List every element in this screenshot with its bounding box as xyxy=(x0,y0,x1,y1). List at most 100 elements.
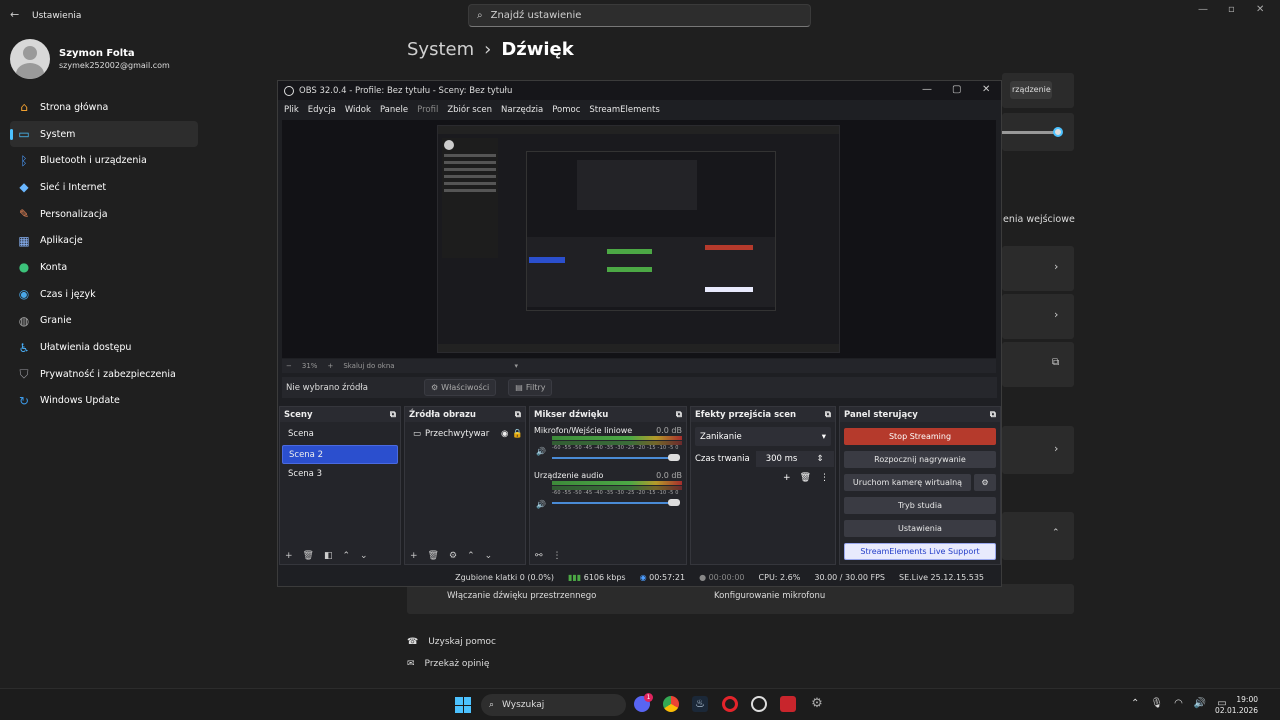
chrome-icon[interactable] xyxy=(663,696,679,712)
arrow-down-icon[interactable]: ⌄ xyxy=(485,551,493,561)
preview-area[interactable] xyxy=(282,120,996,358)
mic-icon[interactable]: 🎙 xyxy=(1150,698,1163,709)
undock-icon[interactable]: ⧉ xyxy=(825,410,831,420)
filters-button[interactable]: ▤ Filtry xyxy=(508,379,553,396)
streamelements-support-button[interactable]: StreamElements Live Support xyxy=(844,543,996,560)
add-icon[interactable]: + xyxy=(410,551,418,561)
sidebar-item-apps[interactable]: ▦ Aplikacje xyxy=(10,227,198,254)
streamelements-icon[interactable] xyxy=(780,696,796,712)
undock-icon[interactable]: ⧉ xyxy=(990,410,996,420)
zoom-in-button[interactable]: + xyxy=(327,362,333,370)
sidebar-item-time-language[interactable]: ◉ Czas i język xyxy=(10,281,198,308)
back-arrow-icon[interactable]: ← xyxy=(10,8,19,21)
trash-icon[interactable]: 🗑 xyxy=(303,551,314,561)
opera-icon[interactable] xyxy=(722,696,738,712)
fit-to-window[interactable]: Skaluj do okna xyxy=(343,362,394,370)
virtual-camera-settings-icon[interactable]: ⚙ xyxy=(974,474,996,491)
more-icon[interactable]: ⋮ xyxy=(820,473,829,483)
stop-streaming-button[interactable]: Stop Streaming xyxy=(844,428,996,445)
device-select[interactable]: rządzenie xyxy=(1010,81,1052,99)
scene-item[interactable]: Scena 3 xyxy=(282,465,398,484)
sidebar-item-bluetooth[interactable]: ᛒ Bluetooth i urządzenia xyxy=(10,147,198,174)
input-device-card-2[interactable]: › xyxy=(1002,294,1074,339)
eye-icon[interactable]: ◉ xyxy=(501,425,508,444)
sidebar-item-home[interactable]: ⌂ Strona główna xyxy=(10,94,198,121)
source-item[interactable]: ▭ Przechwytywar ◉ 🔒 xyxy=(407,425,523,444)
studio-mode-button[interactable]: Tryb studia xyxy=(844,497,996,514)
volume-slider-track[interactable] xyxy=(1002,131,1058,134)
feedback-link[interactable]: ✉ Przekaż opinię xyxy=(407,659,489,669)
undock-icon[interactable]: ⧉ xyxy=(390,410,396,420)
sidebar-item-gaming[interactable]: ◍ Granie xyxy=(10,308,198,335)
volume-slider-thumb[interactable] xyxy=(1053,127,1063,137)
taskbar-search[interactable]: ⌕ Wyszukaj xyxy=(481,694,626,716)
menu-help[interactable]: Pomoc xyxy=(552,101,580,119)
lock-icon[interactable]: 🔒 xyxy=(512,425,523,444)
undock-icon[interactable]: ⧉ xyxy=(515,410,521,420)
sidebar-item-personalization[interactable]: ✎ Personalizacja xyxy=(10,201,198,228)
speaker-icon[interactable]: 🔊 xyxy=(536,500,546,509)
sidebar-item-accounts[interactable]: ● Konta xyxy=(10,254,198,281)
more-icon[interactable]: ⋮ xyxy=(553,551,562,561)
obs-taskbar-icon[interactable] xyxy=(751,696,767,712)
maximize-icon[interactable]: ▫ xyxy=(1228,4,1235,15)
zoom-dropdown-icon[interactable]: ▾ xyxy=(515,362,519,370)
volume-slider[interactable] xyxy=(552,498,682,508)
output-device-card[interactable]: rządzenie xyxy=(1002,73,1074,108)
duration-input[interactable]: 300 ms ⇕ xyxy=(755,451,834,467)
trash-icon[interactable]: 🗑 xyxy=(428,551,439,561)
menu-edit[interactable]: Edycja xyxy=(308,101,336,119)
external-link-card[interactable]: ⧉ xyxy=(1002,342,1074,387)
sidebar-item-network[interactable]: ◆ Sieć i Internet xyxy=(10,174,198,201)
settings-gear-icon[interactable]: ⚙ xyxy=(809,696,825,712)
sidebar-item-privacy[interactable]: ⛉ Prywatność i zabezpieczenia xyxy=(10,361,198,388)
breadcrumb-parent[interactable]: System xyxy=(407,39,474,60)
stepper-icon[interactable]: ⇕ xyxy=(817,454,824,464)
menu-file[interactable]: Plik xyxy=(284,101,299,119)
properties-button[interactable]: ⚙ Właściwości xyxy=(424,379,497,396)
sidebar-item-accessibility[interactable]: ♿ Ułatwienia dostępu xyxy=(10,334,198,361)
start-recording-button[interactable]: Rozpocznij nagrywanie xyxy=(844,451,996,468)
transition-select[interactable]: Zanikanie ▾ xyxy=(695,427,831,446)
wifi-icon[interactable]: ◠ xyxy=(1174,698,1183,709)
menu-tools[interactable]: Narzędzia xyxy=(501,101,543,119)
obs-minimize-icon[interactable]: — xyxy=(922,84,932,95)
sidebar-item-windows-update[interactable]: ↻ Windows Update xyxy=(10,388,198,415)
gear-icon[interactable]: ⚙ xyxy=(449,551,457,561)
help-link[interactable]: ☎ Uzyskaj pomoc xyxy=(407,637,496,647)
settings-button[interactable]: Ustawienia xyxy=(844,520,996,537)
input-device-card[interactable]: › xyxy=(1002,246,1074,291)
menu-docks[interactable]: Panele xyxy=(380,101,408,119)
menu-streamelements[interactable]: StreamElements xyxy=(589,101,659,119)
add-icon[interactable]: + xyxy=(285,551,293,561)
avatar[interactable] xyxy=(10,39,50,79)
scene-item-selected[interactable]: Scena 2 xyxy=(282,445,398,464)
undock-icon[interactable]: ⧉ xyxy=(676,410,682,420)
mic-setup-link[interactable]: Konfigurowanie mikrofonu xyxy=(714,591,825,601)
sidebar-item-system[interactable]: ▭ System xyxy=(10,120,198,148)
spatial-sound-link[interactable]: Włączanie dźwięku przestrzennego xyxy=(447,591,596,601)
system-tray[interactable]: ⌃ 🎙 ◠ 🔊 ▭ xyxy=(1131,698,1227,709)
trash-icon[interactable]: 🗑 xyxy=(800,473,811,483)
start-virtual-camera-button[interactable]: Uruchom kamerę wirtualną xyxy=(844,474,971,491)
steam-icon[interactable]: ♨ xyxy=(692,696,708,712)
obs-maximize-icon[interactable]: ▢ xyxy=(952,84,961,95)
settings-search-input[interactable]: ⌕ Znajdź ustawienie xyxy=(468,4,811,27)
scene-item[interactable]: Scena xyxy=(282,425,398,444)
speaker-icon[interactable]: 🔊 xyxy=(536,447,546,456)
arrow-up-icon[interactable]: ⌃ xyxy=(343,551,351,561)
zoom-out-button[interactable]: − xyxy=(286,362,292,370)
arrow-up-icon[interactable]: ⌃ xyxy=(467,551,475,561)
add-icon[interactable]: + xyxy=(783,473,791,483)
volume-slider[interactable] xyxy=(552,453,682,463)
menu-view[interactable]: Widok xyxy=(345,101,371,119)
filter-icon[interactable]: ◧ xyxy=(324,551,333,561)
chevron-up-icon[interactable]: ⌃ xyxy=(1131,698,1139,709)
minimize-icon[interactable]: — xyxy=(1198,4,1208,15)
obs-close-icon[interactable]: ✕ xyxy=(982,84,990,95)
arrow-down-icon[interactable]: ⌄ xyxy=(360,551,368,561)
preview-canvas[interactable] xyxy=(437,125,840,353)
volume-icon[interactable]: 🔊 xyxy=(1194,698,1206,709)
start-button[interactable] xyxy=(455,697,471,713)
menu-profile[interactable]: Profil xyxy=(417,101,438,119)
